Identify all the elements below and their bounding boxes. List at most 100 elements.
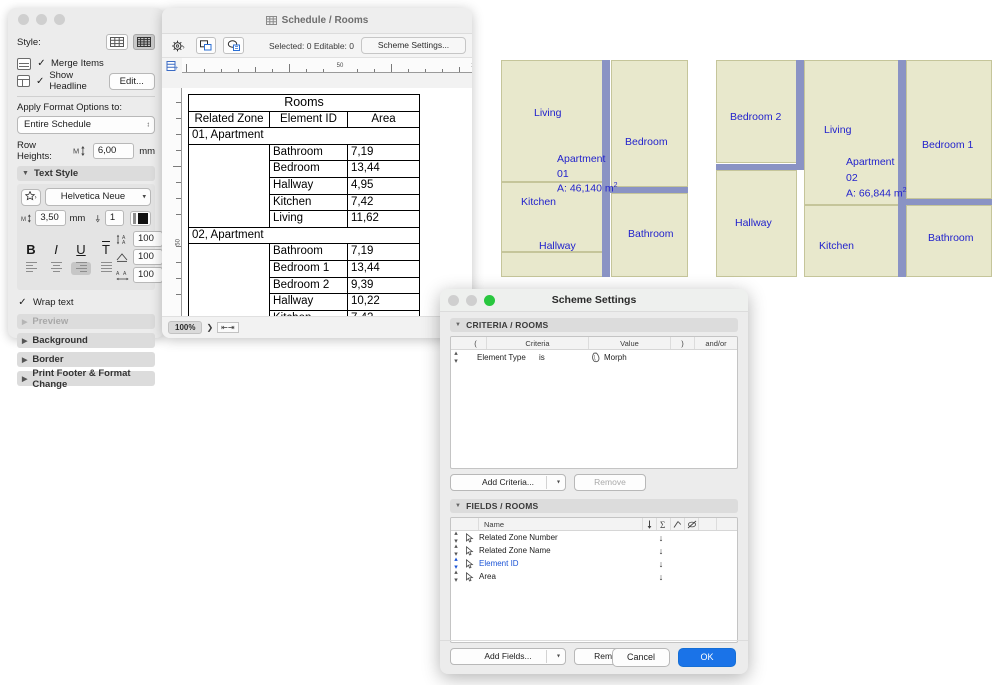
strikethrough-button[interactable]: T bbox=[96, 242, 116, 257]
criteria-col-open-paren: ( bbox=[465, 337, 487, 349]
room-hallway[interactable] bbox=[501, 252, 604, 277]
zoom-next-icon[interactable]: ❯ bbox=[206, 323, 213, 332]
cell-area: 10,22 bbox=[347, 293, 420, 311]
fields-col-hidden[interactable] bbox=[685, 518, 699, 530]
row-drag-handle[interactable]: ▴ ▾ bbox=[451, 350, 461, 366]
font-size-input[interactable]: 3,50 bbox=[35, 210, 67, 226]
pen-input[interactable]: 1 bbox=[104, 210, 124, 226]
zone-name-label: Apartment bbox=[557, 153, 606, 165]
favorites-button[interactable]: › bbox=[21, 188, 41, 206]
zone-group-row[interactable]: 02, Apartment bbox=[188, 226, 420, 245]
field-sort-indicator[interactable]: ↓ bbox=[641, 546, 681, 556]
chevron-down-icon: ▼ bbox=[22, 170, 29, 177]
print-footer-section-header[interactable]: ▶ Print Footer & Format Change bbox=[17, 368, 155, 390]
field-row[interactable]: ▴ ▾ Related Zone Name ↓ bbox=[451, 543, 737, 558]
select-elements-button[interactable] bbox=[195, 37, 217, 54]
zoom-level[interactable]: 100% bbox=[168, 321, 203, 334]
edit-elements-button[interactable] bbox=[223, 37, 244, 54]
fit-to-window-icon[interactable]: ⇤⇥ bbox=[217, 322, 239, 333]
preview-section-header[interactable]: ▶ Preview bbox=[17, 314, 155, 329]
dialog-window-controls[interactable] bbox=[448, 295, 495, 306]
show-headline-row[interactable]: ✓ Show Headline Edit... bbox=[17, 70, 155, 92]
room-bedroom[interactable] bbox=[611, 60, 688, 187]
wrap-text-row[interactable]: ✓ Wrap text bbox=[17, 294, 155, 310]
plain-grid-style-button[interactable] bbox=[106, 34, 128, 50]
vertical-ruler[interactable]: 50 bbox=[162, 88, 182, 316]
text-color-swatch[interactable] bbox=[129, 210, 151, 226]
zone-name-label: Apartment bbox=[846, 156, 895, 168]
wrap-text-checkbox[interactable]: ✓ bbox=[17, 297, 28, 308]
criteria-field-name[interactable]: Element Type bbox=[477, 353, 539, 362]
criteria-section-header[interactable]: ▼ CRITERIA / ROOMS bbox=[450, 318, 738, 332]
room-label-bedroom-2: Bedroom 2 bbox=[730, 111, 782, 123]
background-section-header[interactable]: ▶ Background bbox=[17, 333, 155, 348]
dense-grid-style-button[interactable] bbox=[133, 34, 155, 50]
field-sort-indicator[interactable]: ↓ bbox=[641, 533, 681, 543]
criteria-list[interactable]: ( Criteria Value ) and/or ▴ ▾ Element Typ… bbox=[450, 336, 738, 469]
minimize-button[interactable] bbox=[466, 295, 477, 306]
show-headline-label: Show Headline bbox=[49, 70, 87, 92]
merge-items-checkbox[interactable]: ✓ bbox=[36, 58, 47, 69]
remove-criteria-button[interactable]: Remove bbox=[574, 474, 646, 491]
align-justify-button[interactable] bbox=[96, 262, 116, 275]
ruler-origin-button[interactable]: + bbox=[162, 58, 182, 73]
zone-group-row[interactable]: 01, Apartment bbox=[188, 127, 420, 145]
zone-area-text: A: 46,140 m bbox=[557, 182, 614, 195]
criteria-button-row: Add Criteria... ▾ Remove bbox=[450, 474, 738, 491]
field-row[interactable]: ▴ ▾ Related Zone Number ↓ bbox=[451, 530, 737, 545]
char-spacing-input[interactable]: 100 bbox=[133, 267, 163, 283]
row-drag-handle[interactable]: ▴ ▾ bbox=[451, 569, 461, 585]
cancel-button[interactable]: Cancel bbox=[612, 648, 670, 667]
underline-button[interactable]: U bbox=[71, 242, 91, 257]
align-left-button[interactable] bbox=[21, 262, 41, 275]
window-controls[interactable] bbox=[18, 14, 164, 25]
fields-col-formula[interactable] bbox=[671, 518, 685, 530]
room-label-bedroom-1: Bedroom 1 bbox=[922, 139, 974, 151]
text-style-section-header[interactable]: ▼ Text Style bbox=[17, 166, 155, 181]
horizontal-ruler[interactable]: 50 100 bbox=[182, 58, 472, 73]
criteria-operator[interactable]: is bbox=[539, 353, 591, 362]
fields-list[interactable]: Name Σ ▴ ▾ Related Zone Number ↓ ▴ ▾ Rel… bbox=[450, 517, 738, 643]
add-criteria-button[interactable]: Add Criteria... ▾ bbox=[450, 474, 566, 491]
edit-button[interactable]: Edit... bbox=[108, 72, 155, 90]
font-family-select[interactable]: Helvetica Neue ▾ bbox=[45, 188, 151, 206]
field-row[interactable]: ▴ ▾ Area ↓ bbox=[451, 569, 737, 585]
room-bedroom-1[interactable] bbox=[906, 60, 992, 199]
ok-button[interactable]: OK bbox=[678, 648, 736, 667]
floor-plan-apartment-02[interactable]: Bedroom 2 Living Bedroom 1 Hallway Kitch… bbox=[716, 60, 992, 277]
zoom-button[interactable] bbox=[54, 14, 65, 25]
floor-plan-apartment-01[interactable]: Living Bedroom Kitchen Bathroom Hallway … bbox=[501, 60, 688, 277]
schedule-table[interactable]: Rooms Related Zone Element ID Area 01, A… bbox=[188, 94, 420, 316]
close-button[interactable] bbox=[448, 295, 459, 306]
close-button[interactable] bbox=[18, 14, 29, 25]
criteria-row[interactable]: ▴ ▾ Element Type is Morph bbox=[451, 350, 737, 365]
criteria-value[interactable]: Morph bbox=[604, 353, 627, 362]
scheme-settings-button[interactable]: Scheme Settings... bbox=[361, 37, 466, 54]
align-right-button[interactable] bbox=[71, 261, 91, 275]
line-spacing-input[interactable]: 100 bbox=[133, 231, 163, 247]
field-sort-indicator[interactable]: ↓ bbox=[641, 559, 681, 569]
zoom-button[interactable] bbox=[484, 295, 495, 306]
show-headline-checkbox[interactable]: ✓ bbox=[35, 76, 45, 87]
fields-col-sum[interactable]: Σ bbox=[657, 518, 671, 530]
table-row[interactable]: Bathroom 7,19 bbox=[188, 243, 420, 316]
width-factor-input[interactable]: 100 bbox=[133, 249, 163, 265]
row-heights-input[interactable]: 6,00 bbox=[92, 143, 135, 159]
font-row: › Helvetica Neue ▾ bbox=[21, 188, 151, 206]
settings-gear-button[interactable]: › bbox=[168, 37, 189, 54]
field-sort-indicator[interactable]: ↓ bbox=[641, 572, 681, 582]
table-row[interactable]: Bathroom 7,19 bbox=[188, 143, 420, 228]
fields-section-header[interactable]: ▼ FIELDS / ROOMS bbox=[450, 499, 738, 513]
schedule-status-bar: 100% ❯ ⇤⇥ bbox=[162, 316, 472, 338]
border-section-header[interactable]: ▶ Border bbox=[17, 352, 155, 367]
fields-section-label: FIELDS / ROOMS bbox=[466, 501, 539, 511]
pointer-icon bbox=[466, 558, 474, 569]
minimize-button[interactable] bbox=[36, 14, 47, 25]
italic-button[interactable]: I bbox=[46, 242, 66, 257]
fields-col-sort[interactable] bbox=[643, 518, 657, 530]
apply-format-select[interactable]: Entire Schedule ↕ bbox=[17, 116, 155, 134]
chevron-down-icon: ▼ bbox=[455, 503, 462, 509]
bold-button[interactable]: B bbox=[21, 242, 41, 257]
field-row[interactable]: ▴ ▾ Element ID ↓ bbox=[451, 556, 737, 571]
align-center-button[interactable] bbox=[46, 262, 66, 275]
